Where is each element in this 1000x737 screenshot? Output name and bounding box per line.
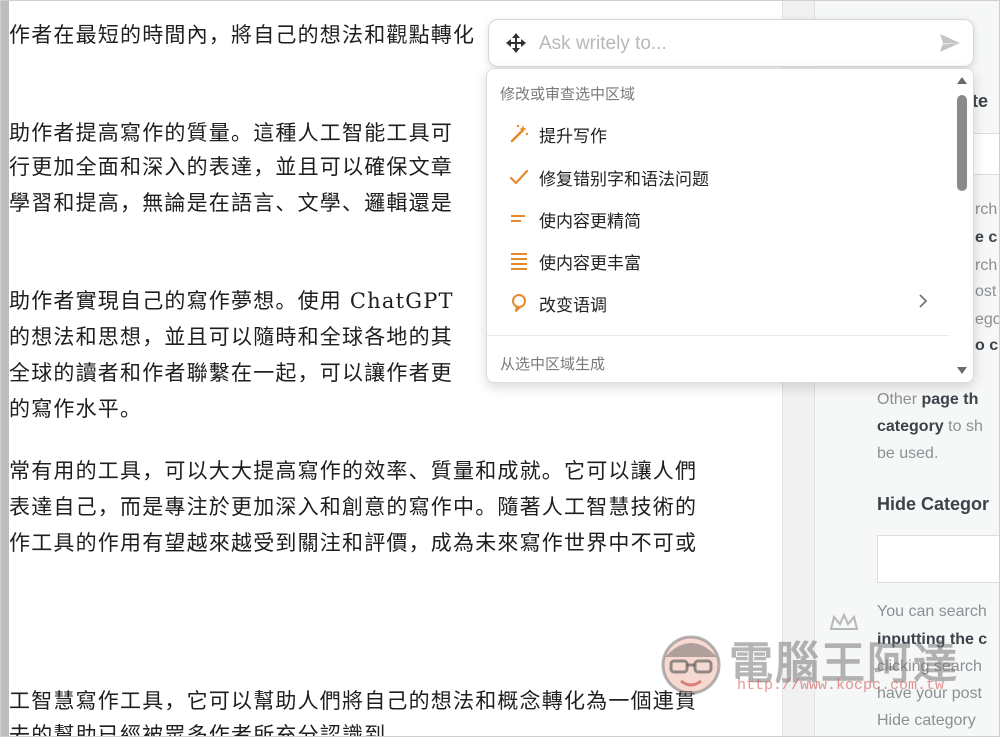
chevron-right-icon (919, 294, 928, 308)
paragraph-line: 全球的讀者和作者聯繫在一起，可以讓作者更 (9, 361, 453, 385)
sidebar-text: ost (975, 283, 997, 300)
paragraph-line: 學習和提高，無論是在語言、文學、邏輯還是 (9, 191, 453, 215)
watermark: 電腦王阿達 http://www.kocpc.com.tw (651, 613, 999, 709)
paragraph-line: 作工具的作用有望越來越受到關注和評價，成為未來寫作世界中不可或 (9, 531, 698, 555)
paragraph-line: 去的幫助已經被眾多作者所充分認識到 (9, 723, 387, 737)
check-icon (509, 169, 529, 185)
sidebar-input[interactable] (970, 133, 999, 175)
magic-wand-icon (510, 124, 529, 143)
sidebar-text: rch (975, 257, 998, 274)
move-icon[interactable] (505, 32, 527, 54)
menu-item-make-longer[interactable]: 使内容更丰富 (487, 240, 949, 280)
paragraph-line: 助作者實現自己的寫作夢想。使用 ChatGPT (9, 289, 454, 313)
menu-item-label: 改变语调 (539, 296, 607, 316)
screenshot-frame: 作者在最短的時間內，將自己的想法和觀點轉化 助作者提高寫作的質量。這種人工智能工… (0, 0, 1000, 737)
short-text-icon (511, 215, 525, 222)
watermark-url: http://www.kocpc.com.tw (737, 677, 945, 694)
paragraph-line: 行更加全面和深入的表達，並且可以確保文章 (9, 155, 453, 179)
menu-item-improve-writing[interactable]: 提升写作 (487, 113, 949, 153)
paragraph-line: 常有用的工具，可以大大提高寫作的效率、質量和成就。它可以讓人們 (9, 459, 698, 483)
menu-divider (487, 335, 949, 336)
sidebar-text: rch (975, 201, 998, 218)
section-header-generate: 从选中区域生成 (500, 355, 606, 373)
other-prefix: Other (877, 391, 922, 408)
sidebar-heading-fragment: te (972, 91, 989, 111)
sidebar-text: e c (975, 229, 998, 246)
section-header-modify: 修改或审查选中区域 (500, 85, 636, 103)
hide-categories-input[interactable] (877, 535, 999, 583)
mascot-logo-icon (661, 635, 721, 695)
long-text-icon (511, 253, 527, 270)
scroll-up-arrow-icon[interactable] (957, 77, 967, 84)
menu-item-label: 使内容更精简 (539, 212, 641, 232)
paragraph-line: 的想法和思想，並且可以隨時和全球各地的其 (9, 325, 453, 349)
sidebar-description: Other page th (877, 391, 978, 409)
menu-scrollbar[interactable] (951, 69, 973, 382)
writely-command-menu: 修改或审查选中区域 提升写作 修复错别字和语法问题 使内容更精简 使内容更丰富 … (486, 68, 974, 383)
sidebar-description: be used. (877, 445, 939, 462)
other-bold: page th (921, 391, 979, 408)
category-rest: to sh (943, 418, 983, 435)
ask-input[interactable] (537, 30, 921, 58)
paragraph-line: 的寫作水平。 (9, 397, 143, 421)
window-edge (1, 1, 9, 736)
sidebar-text: o c (975, 337, 999, 354)
send-icon[interactable] (939, 33, 961, 53)
scroll-down-arrow-icon[interactable] (957, 367, 967, 374)
sidebar-help: Hide category (877, 712, 976, 729)
paragraph-line: 助作者提高寫作的質量。這種人工智能工具可 (9, 121, 453, 145)
sidebar-description: category to sh (877, 418, 983, 436)
hide-categories-title: Hide Categor (877, 494, 990, 514)
paragraph-line: 工智慧寫作工具，它可以幫助人們將自己的想法和概念轉化為一個連貫 (9, 689, 698, 713)
menu-item-label: 提升写作 (539, 127, 607, 147)
menu-item-fix-spelling[interactable]: 修复错别字和语法问题 (487, 156, 949, 196)
paragraph-line: 作者在最短的時間內，將自己的想法和觀點轉化 (9, 23, 476, 47)
scroll-thumb[interactable] (957, 95, 967, 191)
menu-item-make-shorter[interactable]: 使内容更精简 (487, 198, 949, 238)
menu-item-change-tone[interactable]: 改变语调 (487, 282, 949, 322)
sidebar-text: ego (975, 311, 1000, 328)
ask-writely-bar[interactable] (488, 19, 974, 67)
category-bold: category (877, 418, 944, 435)
paragraph-line: 表達自己，而是專注於更加深入和創意的寫作中。隨著人工智慧技術的 (9, 495, 698, 519)
speech-bubble-icon (512, 294, 526, 312)
menu-item-label: 修复错别字和语法问题 (539, 170, 709, 190)
menu-item-label: 使内容更丰富 (539, 254, 641, 274)
